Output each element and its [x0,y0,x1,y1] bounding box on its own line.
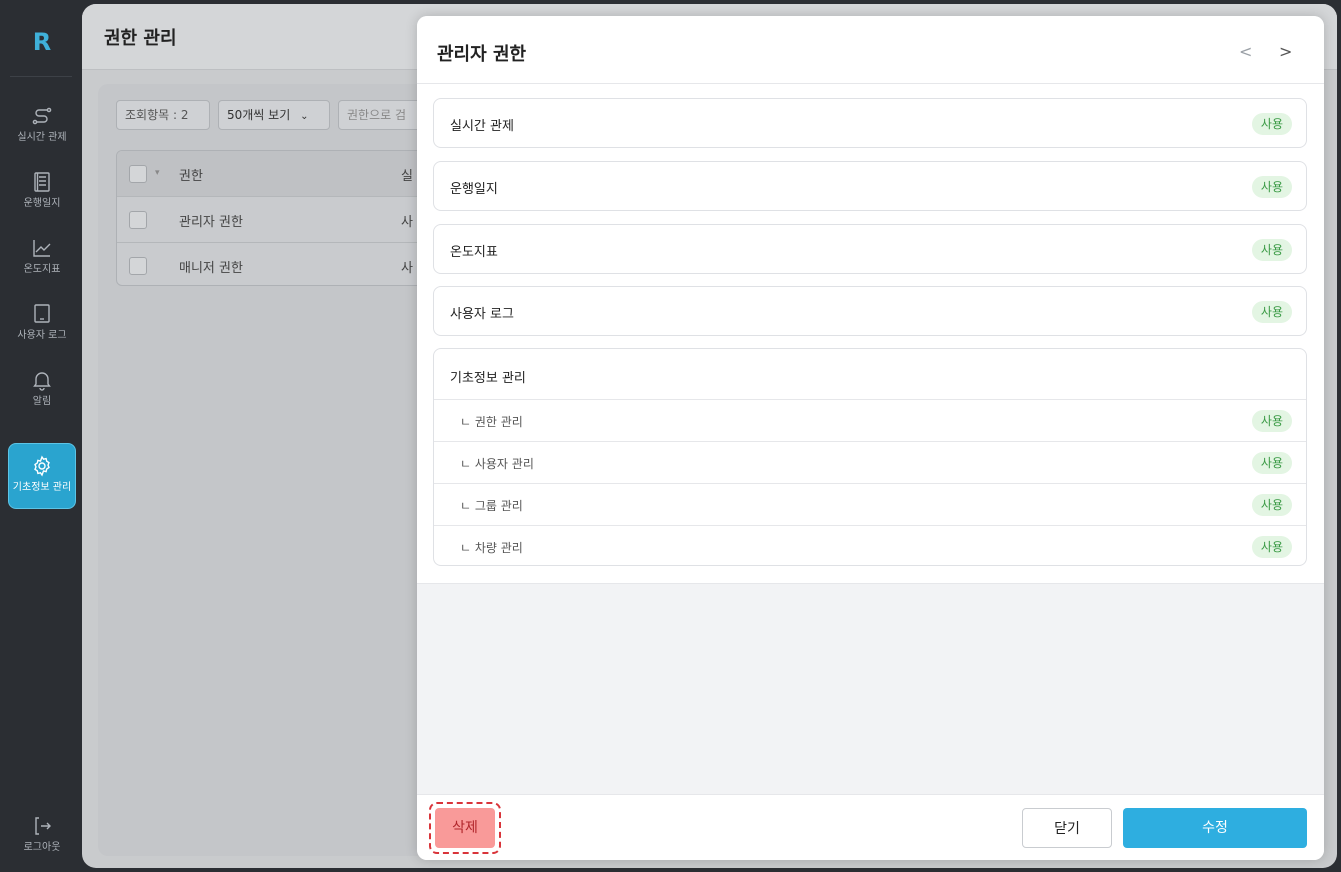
sidebar-item-label: 기초정보 관리 [12,482,72,493]
logout-label: 로그아웃 [23,842,61,853]
logout-icon [35,817,51,835]
sidebar-item-basic-info[interactable]: 기초정보 관리 [8,443,76,509]
sidebar-item-label: 온도지표 [23,264,61,275]
row-checkbox[interactable] [129,257,147,275]
permission-name-cell: 관리자 권한 [179,215,243,230]
sub-permission-label: ㄴ 권한 관리 [460,415,523,429]
permission-card: 실시간 관제 사용 [433,98,1307,148]
tablet-icon [34,304,50,323]
prev-button[interactable]: < [1239,42,1252,61]
sub-permission-label: ㄴ 사용자 관리 [460,457,534,471]
permission-card: 온도지표 사용 [433,224,1307,274]
row-checkbox[interactable] [129,211,147,229]
sidebar-item-alerts[interactable]: 알림 [8,358,76,422]
sidebar-item-driving-log[interactable]: 운행일지 [8,160,76,224]
sidebar-item-label: 알림 [32,396,52,407]
modal-footer: 삭제 닫기 수정 [417,794,1324,860]
permission-group-card: 기초정보 관리 ㄴ 권한 관리 사용 ㄴ 사용자 관리 사용 ㄴ 그룹 관리 사… [433,348,1307,566]
sidebar-item-temperature[interactable]: 온도지표 [8,226,76,290]
permission-label: 운행일지 [450,182,498,197]
column-header-realtime[interactable]: 실 [401,165,413,184]
permission-name-cell: 매니저 권한 [179,261,243,276]
sub-permission-row: ㄴ 차량 관리 사용 [434,525,1306,565]
caret-down-icon[interactable]: ▾ [155,168,160,178]
delete-button[interactable]: 삭제 [435,808,495,848]
edit-button[interactable]: 수정 [1123,808,1307,848]
realtime-cell: 사 [401,261,413,276]
bell-icon [33,372,51,391]
realtime-cell: 사 [401,215,413,230]
sidebar-divider [10,76,72,77]
page-size-value: 50개씩 보기 [227,108,291,122]
permission-table: ▾ 권한 실 관리자 권한 사 매니저 권한 사 [116,150,436,286]
page-title: 권한 관리 [104,28,177,49]
close-button[interactable]: 닫기 [1022,808,1112,848]
route-icon [32,107,52,125]
permission-label: 실시간 관제 [450,119,514,134]
sub-permission-row: ㄴ 권한 관리 사용 [434,399,1306,441]
permission-card: 운행일지 사용 [433,161,1307,211]
select-all-checkbox[interactable] [129,165,147,183]
search-input[interactable]: 권한으로 검 [338,100,428,130]
sidebar-item-realtime-control[interactable]: 실시간 관제 [8,94,76,158]
sub-permission-row: ㄴ 그룹 관리 사용 [434,483,1306,525]
status-badge: 사용 [1251,176,1292,198]
sidebar-item-label: 실시간 관제 [17,132,67,143]
app-logo[interactable]: R [28,28,56,56]
logout-button[interactable]: 로그아웃 [8,808,76,864]
permission-label: 온도지표 [450,245,498,260]
status-badge: 사용 [1251,239,1292,261]
table-row[interactable]: 매니저 권한 사 [117,243,435,285]
gear-icon [34,455,50,477]
modal-title: 관리자 권한 [437,44,527,65]
permission-label: 사용자 로그 [450,307,514,322]
table-row[interactable]: 관리자 권한 사 [117,197,435,243]
status-badge: 사용 [1251,301,1292,323]
permission-card: 사용자 로그 사용 [433,286,1307,336]
sidebar-item-user-log[interactable]: 사용자 로그 [8,292,76,356]
next-button[interactable]: > [1279,42,1292,61]
status-badge: 사용 [1251,410,1292,432]
sub-permission-row: ㄴ 사용자 관리 사용 [434,441,1306,483]
status-badge: 사용 [1251,452,1292,474]
permission-detail-modal: 관리자 권한 < > 실시간 관제 사용 운행일지 사용 온도지표 사용 사용자… [417,16,1324,860]
status-badge: 사용 [1251,113,1292,135]
document-icon [34,172,50,192]
sub-permission-label: ㄴ 차량 관리 [460,541,523,555]
result-count-chip: 조회항목 : 2 [116,100,210,130]
page-size-select[interactable]: 50개씩 보기 ⌄ [218,100,330,130]
chevron-down-icon: ⌄ [300,111,309,122]
search-placeholder: 권한으로 검 [347,108,407,122]
sub-permission-label: ㄴ 그룹 관리 [460,499,523,513]
sidebar-item-label: 사용자 로그 [17,330,67,341]
permission-list: 실시간 관제 사용 운행일지 사용 온도지표 사용 사용자 로그 사용 기초정보… [417,84,1324,584]
group-title: 기초정보 관리 [450,371,526,386]
status-badge: 사용 [1251,536,1292,558]
status-badge: 사용 [1251,494,1292,516]
table-header: ▾ 권한 실 [117,151,435,197]
column-header-permission[interactable]: 권한 [179,165,203,184]
chart-line-icon [33,240,51,257]
modal-header: 관리자 권한 < > [417,16,1324,84]
sidebar-item-label: 운행일지 [23,198,61,209]
sidebar: R 실시간 관제 운행일지 온도지표 사용자 로그 알림 기초정보 관리 로그아… [0,0,82,872]
